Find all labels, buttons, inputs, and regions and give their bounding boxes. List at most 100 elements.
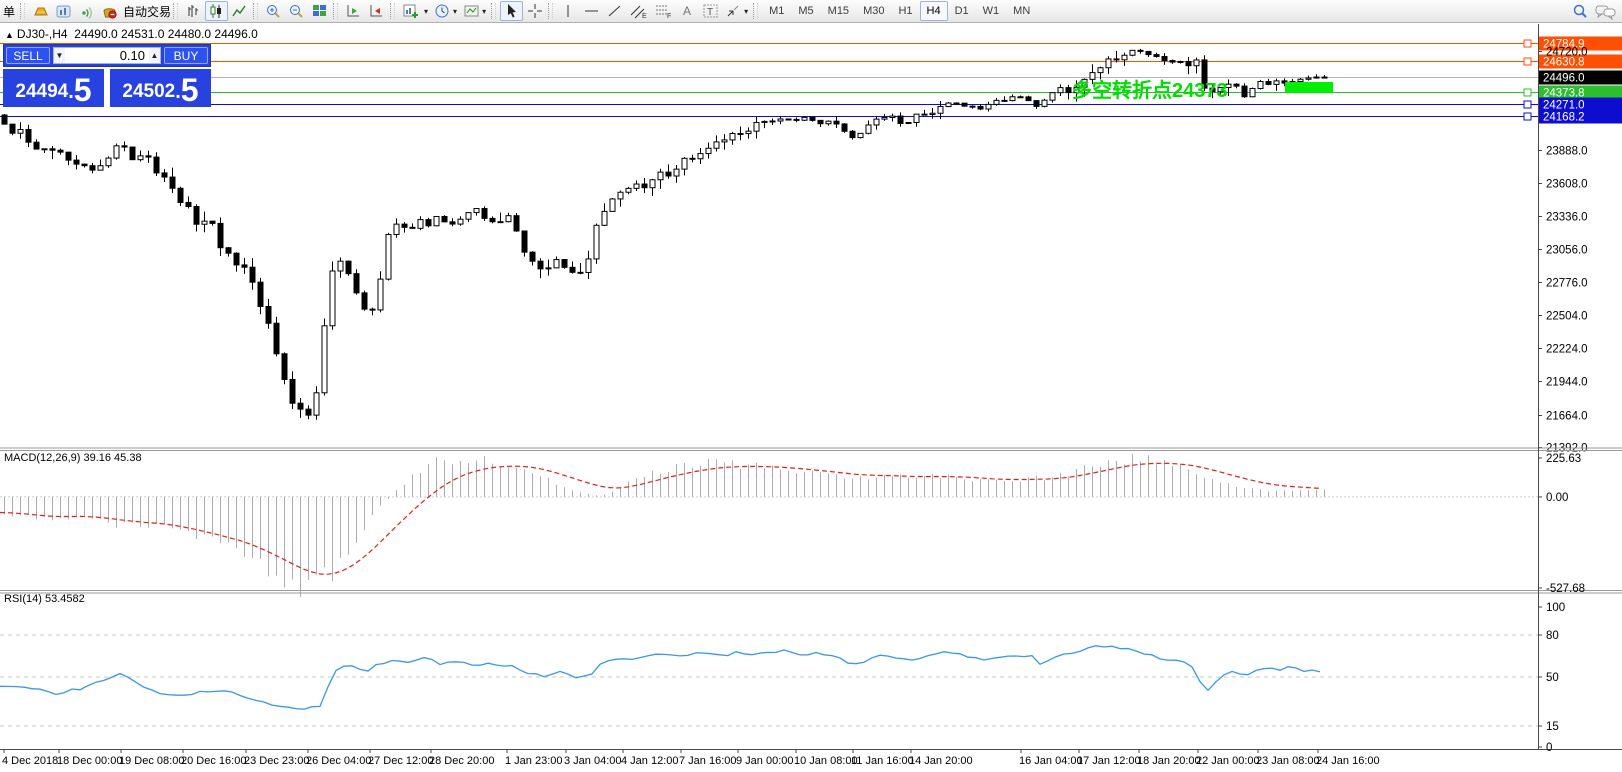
timeframes-clock-icon[interactable]: ▾ <box>431 1 460 21</box>
horizontal-line-icon[interactable] <box>580 1 603 21</box>
dropdown-caret[interactable]: ▾ <box>453 7 457 16</box>
new-order-button-partial[interactable]: 单 <box>2 3 18 20</box>
candle-body <box>961 102 968 107</box>
toolbar-grip <box>173 3 179 19</box>
signal-icon[interactable] <box>75 1 98 21</box>
candle <box>361 290 368 311</box>
dropdown-caret[interactable]: ▾ <box>744 7 748 16</box>
candle-body <box>489 217 496 223</box>
candle-body <box>1065 87 1072 94</box>
trendline-icon[interactable] <box>603 1 626 21</box>
fibonacci-icon[interactable]: F <box>651 1 676 21</box>
candle <box>473 208 480 216</box>
candle <box>593 223 600 264</box>
candle-body <box>289 378 296 404</box>
candle <box>1265 78 1272 86</box>
candle-body <box>1089 72 1096 80</box>
tab-timeframe-m15[interactable]: M15 <box>821 1 856 21</box>
zoom-in-icon[interactable] <box>262 1 285 21</box>
autotrading-label[interactable]: 自动交易 <box>123 3 171 20</box>
volume-decrease-button[interactable]: ▼ <box>54 48 65 63</box>
arrows-icon[interactable]: ▾ <box>722 1 751 21</box>
chat-icon[interactable] <box>1592 1 1620 21</box>
auto-scroll-icon[interactable] <box>342 1 365 21</box>
candle-body <box>17 128 24 134</box>
volume-increase-button[interactable]: ▲ <box>149 48 160 63</box>
ask-quote[interactable]: 24502. 5 <box>110 69 211 107</box>
candle-body <box>761 120 768 123</box>
chart-shift-icon[interactable] <box>365 1 388 21</box>
candle-body <box>153 156 160 174</box>
templates-icon[interactable]: ▾ <box>460 1 489 21</box>
candle <box>577 263 584 275</box>
cursor-icon[interactable] <box>500 1 524 21</box>
tile-windows-icon[interactable] <box>308 1 331 21</box>
zoom-out-icon[interactable] <box>285 1 308 21</box>
time-axis[interactable] <box>0 749 1622 772</box>
candle <box>1241 83 1248 98</box>
bid-quote[interactable]: 24494. 5 <box>3 69 104 107</box>
equidistant-channel-icon[interactable]: E <box>626 1 651 21</box>
candle-body <box>1313 76 1320 79</box>
candle <box>129 146 136 161</box>
svg-text:A: A <box>683 4 691 18</box>
candle-body <box>969 105 976 108</box>
new-chart-icon[interactable]: ▾ <box>399 1 431 21</box>
tab-timeframe-mn[interactable]: MN <box>1006 1 1037 21</box>
level-handle[interactable] <box>1523 88 1532 97</box>
buy-button[interactable]: BUY <box>164 47 208 64</box>
candle-body <box>753 121 760 132</box>
candle-body <box>9 123 16 134</box>
candle <box>481 206 488 221</box>
tab-timeframe-m30[interactable]: M30 <box>856 1 891 21</box>
dropdown-caret[interactable]: ▾ <box>482 7 486 16</box>
candle <box>1185 57 1192 75</box>
tab-timeframe-h4[interactable]: H4 <box>919 1 948 21</box>
candle <box>705 142 712 159</box>
candle-body <box>657 171 664 181</box>
search-icon[interactable] <box>1568 1 1592 21</box>
ingot-icon[interactable] <box>29 1 52 21</box>
tab-timeframe-d1[interactable]: D1 <box>948 1 976 21</box>
tab-timeframe-m1[interactable]: M1 <box>762 1 791 21</box>
candle <box>553 256 560 269</box>
candle <box>1153 52 1160 58</box>
level-handle[interactable] <box>1523 100 1532 109</box>
candle <box>321 318 328 396</box>
tab-timeframe-h1[interactable]: H1 <box>891 1 919 21</box>
candle-body <box>193 206 200 225</box>
candle <box>417 216 424 231</box>
level-handle[interactable] <box>1523 39 1532 48</box>
crosshair-icon[interactable] <box>523 1 546 21</box>
candle-body <box>1321 76 1328 79</box>
dropdown-caret[interactable]: ▾ <box>424 7 428 16</box>
bar-chart-icon[interactable] <box>182 1 205 21</box>
level-handle[interactable] <box>1523 57 1532 66</box>
candle <box>609 197 616 212</box>
text-icon[interactable]: A <box>676 1 699 21</box>
price-axis[interactable] <box>1538 24 1622 749</box>
level-handle[interactable] <box>1523 112 1532 121</box>
candle-body <box>113 145 120 159</box>
chart-preview-icon[interactable] <box>52 1 75 21</box>
candle <box>929 107 936 119</box>
candle <box>193 204 200 232</box>
candle-body <box>1017 96 1024 99</box>
candlestick-icon[interactable] <box>205 1 229 21</box>
candle-body <box>721 139 728 143</box>
highlight-box <box>1285 82 1333 93</box>
candle <box>337 257 344 278</box>
chart-area[interactable]: 多空转折点2437324784.924630.824496.024373.824… <box>0 0 1622 772</box>
candle <box>401 222 408 233</box>
tab-timeframe-w1[interactable]: W1 <box>976 1 1007 21</box>
text-label-icon[interactable]: T <box>699 1 722 21</box>
candle-body <box>57 149 64 153</box>
candle-body <box>209 220 216 224</box>
volume-input[interactable] <box>64 48 150 63</box>
vertical-line-icon[interactable] <box>557 1 580 21</box>
sell-button[interactable]: SELL <box>6 47 50 64</box>
line-chart-icon[interactable] <box>228 1 251 21</box>
tab-timeframe-m5[interactable]: M5 <box>791 1 820 21</box>
autotrading-icon[interactable] <box>98 1 121 21</box>
candle-body <box>1305 77 1312 80</box>
